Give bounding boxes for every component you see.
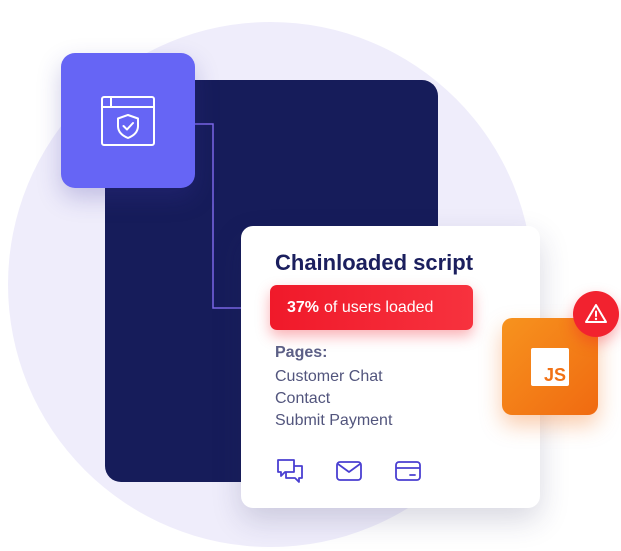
page-item-customer-chat: Customer Chat xyxy=(275,368,383,385)
page-type-icons xyxy=(275,456,423,486)
warning-icon xyxy=(585,304,607,323)
illustration-stage: Chainloaded script 37% of users loaded P… xyxy=(0,0,621,551)
page-item-contact: Contact xyxy=(275,390,331,407)
pages-label: Pages: xyxy=(275,344,328,361)
load-percent: 37% xyxy=(287,298,320,316)
mail-button[interactable] xyxy=(334,456,364,486)
load-status-pill: 37% of users loaded xyxy=(270,285,473,330)
js-badge: JS xyxy=(531,347,569,386)
page-list: Customer Chat Contact Submit Payment xyxy=(275,366,392,432)
page-item-submit-payment: Submit Payment xyxy=(275,412,393,429)
browser-shield-tile xyxy=(61,53,195,188)
script-info-card: Chainloaded script 37% of users loaded P… xyxy=(241,226,540,508)
browser-shield-icon xyxy=(101,95,155,146)
card-icon xyxy=(395,461,421,481)
load-status-text: of users loaded xyxy=(324,298,434,316)
card-title: Chainloaded script xyxy=(275,250,474,275)
card-button[interactable] xyxy=(393,456,423,486)
chat-button[interactable] xyxy=(275,456,305,486)
mail-icon xyxy=(336,461,362,481)
chat-icon xyxy=(277,459,303,483)
alert-badge xyxy=(573,291,619,337)
